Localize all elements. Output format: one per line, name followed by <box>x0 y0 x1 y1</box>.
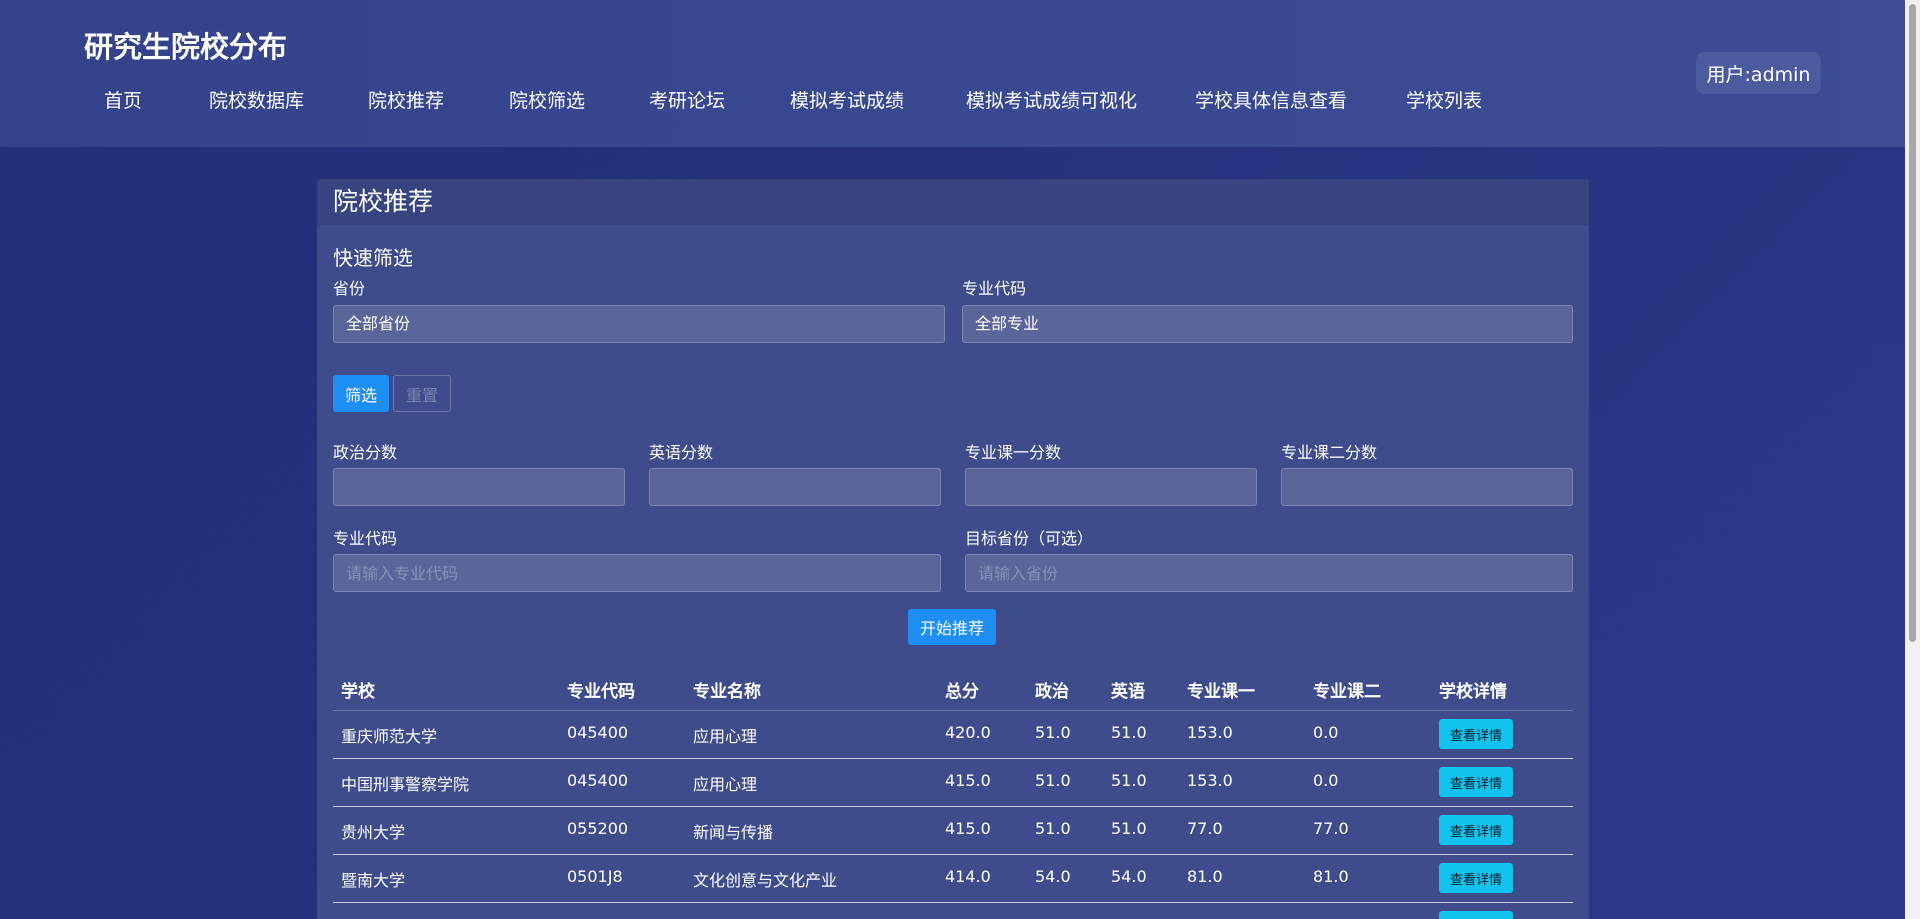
nav-item-school-info[interactable]: 学校具体信息查看 <box>1195 86 1347 113</box>
view-details-button[interactable]: 查看详情 <box>1439 767 1513 797</box>
english-label: 英语分数 <box>649 443 714 462</box>
cell-code: 0501J8 <box>567 867 623 886</box>
major-label: 专业代码 <box>962 279 1027 298</box>
cell-english: 51.0 <box>1111 771 1147 790</box>
nav-item-mock-visualization[interactable]: 模拟考试成绩可视化 <box>966 86 1137 113</box>
col-school: 学校 <box>341 682 375 702</box>
target-province-label: 目标省份（可选） <box>965 529 1094 548</box>
cell-course2: 81.0 <box>1313 867 1349 886</box>
row-divider <box>333 806 1573 807</box>
target-province-input[interactable] <box>965 554 1573 592</box>
recommend-card: 院校推荐 快速筛选 省份 专业代码 全部省份 全部专业 筛选 重置 政治分数 英… <box>317 179 1589 919</box>
row-divider <box>333 902 1573 903</box>
col-major-name: 专业名称 <box>693 682 761 702</box>
nav-item-mock-scores[interactable]: 模拟考试成绩 <box>790 86 904 113</box>
cell-english: 51.0 <box>1111 723 1147 742</box>
cell-school: 重庆师范大学 <box>341 727 438 746</box>
view-details-button-partial[interactable] <box>1439 911 1513 919</box>
scrollbar-thumb[interactable] <box>1909 4 1916 642</box>
course2-label: 专业课二分数 <box>1281 443 1378 462</box>
filter-button[interactable]: 筛选 <box>333 375 389 412</box>
nav-item-forum[interactable]: 考研论坛 <box>649 86 725 113</box>
nav-item-school-filter[interactable]: 院校筛选 <box>509 86 585 113</box>
cell-school: 贵州大学 <box>341 823 406 842</box>
cell-total: 415.0 <box>945 819 991 838</box>
header-divider <box>333 710 1573 711</box>
nav-item-school-database[interactable]: 院校数据库 <box>209 86 304 113</box>
cell-english: 54.0 <box>1111 867 1147 886</box>
nav-item-school-recommend[interactable]: 院校推荐 <box>368 86 444 113</box>
user-badge[interactable]: 用户:admin <box>1696 52 1821 94</box>
major-code-label: 专业代码 <box>333 529 398 548</box>
major-code-input[interactable] <box>333 554 941 592</box>
politics-label: 政治分数 <box>333 443 398 462</box>
cell-school: 中国刑事警察学院 <box>341 775 470 794</box>
cell-politics: 51.0 <box>1035 771 1071 790</box>
course1-input[interactable] <box>965 468 1257 506</box>
cell-course1: 77.0 <box>1187 819 1223 838</box>
nav-item-home[interactable]: 首页 <box>104 86 142 113</box>
quick-filter-title: 快速筛选 <box>333 246 413 270</box>
col-politics: 政治 <box>1035 682 1069 702</box>
view-details-button[interactable]: 查看详情 <box>1439 863 1513 893</box>
cell-name: 新闻与传播 <box>693 823 774 842</box>
nav-item-school-list[interactable]: 学校列表 <box>1406 86 1482 113</box>
view-details-button[interactable]: 查看详情 <box>1439 719 1513 749</box>
cell-course2: 0.0 <box>1313 771 1339 790</box>
card-title: 院校推荐 <box>317 179 1589 225</box>
cell-name: 应用心理 <box>693 775 758 794</box>
cell-school: 暨南大学 <box>341 871 406 890</box>
cell-course2: 77.0 <box>1313 819 1349 838</box>
row-divider <box>333 854 1573 855</box>
reset-button[interactable]: 重置 <box>393 375 451 412</box>
cell-name: 文化创意与文化产业 <box>693 871 838 890</box>
col-details: 学校详情 <box>1439 682 1507 702</box>
province-label: 省份 <box>333 279 366 298</box>
row-divider <box>333 758 1573 759</box>
col-course2: 专业课二 <box>1313 682 1381 702</box>
cell-course1: 153.0 <box>1187 771 1233 790</box>
page-scrollbar[interactable] <box>1905 0 1920 919</box>
cell-course1: 81.0 <box>1187 867 1223 886</box>
cell-politics: 54.0 <box>1035 867 1071 886</box>
cell-code: 045400 <box>567 771 629 790</box>
cell-code: 055200 <box>567 819 629 838</box>
app-title: 研究生院校分布 <box>84 30 288 64</box>
col-major-code: 专业代码 <box>567 682 635 702</box>
col-english: 英语 <box>1111 682 1145 702</box>
cell-total: 414.0 <box>945 867 991 886</box>
top-header: 研究生院校分布 首页 院校数据库 院校推荐 院校筛选 考研论坛 模拟考试成绩 模… <box>0 0 1905 147</box>
province-select[interactable]: 全部省份 <box>333 305 945 343</box>
major-select[interactable]: 全部专业 <box>962 305 1573 343</box>
cell-politics: 51.0 <box>1035 723 1071 742</box>
english-input[interactable] <box>649 468 941 506</box>
cell-course1: 153.0 <box>1187 723 1233 742</box>
col-course1: 专业课一 <box>1187 682 1255 702</box>
cell-name: 应用心理 <box>693 727 758 746</box>
cell-english: 51.0 <box>1111 819 1147 838</box>
cell-total: 420.0 <box>945 723 991 742</box>
view-details-button[interactable]: 查看详情 <box>1439 815 1513 845</box>
start-recommend-button[interactable]: 开始推荐 <box>908 609 996 645</box>
cell-politics: 51.0 <box>1035 819 1071 838</box>
cell-total: 415.0 <box>945 771 991 790</box>
politics-input[interactable] <box>333 468 625 506</box>
cell-course2: 0.0 <box>1313 723 1339 742</box>
course1-label: 专业课一分数 <box>965 443 1062 462</box>
course2-input[interactable] <box>1281 468 1573 506</box>
col-total: 总分 <box>945 682 979 702</box>
cell-code: 045400 <box>567 723 629 742</box>
